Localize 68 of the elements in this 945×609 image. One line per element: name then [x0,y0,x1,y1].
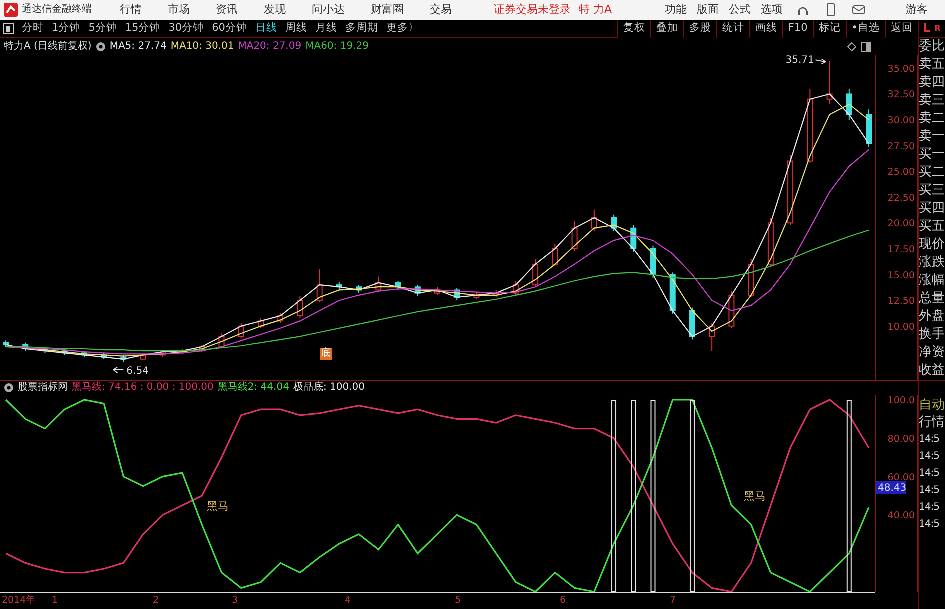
quote-field-label: 现价 [919,236,945,254]
quote-field-label: 卖二 [919,110,945,128]
login-status: 证券交易未登录 [494,3,571,17]
trade-time: 14:5 [919,433,940,447]
annotation: 35.71 [786,55,814,66]
axis-label: 22.50 [888,192,915,204]
annotation: 6.54 [126,366,149,378]
quote-field-label: 买四 [919,200,945,218]
axis-label: 12.50 [888,296,915,308]
trade-time: 14:5 [919,518,940,532]
date-label: 5 [455,595,462,606]
app-title: 通达信金融终端 [22,4,92,16]
chart-title: 特力A (日线前复权) [4,40,92,52]
quote-field-label: 买二 [919,164,945,182]
legend-text: MA60: 19.29 [306,40,369,52]
date-label: 4 [345,595,352,606]
signal-label: 黑马 [206,500,230,514]
date-label: 3 [232,595,238,606]
trade-time: 14:5 [919,484,940,498]
quote-field-label: 换手 [919,326,945,344]
axis-label: 100.0 [888,396,915,406]
quote-field-label: 买一 [919,146,945,164]
trade-time: 14:5 [919,467,940,481]
date-label: 1 [52,595,58,606]
indicator-title: 股票指标网 [18,382,68,394]
axis-label: 60.00 [888,472,915,484]
axis-label: 17.50 [888,244,915,256]
legend-text: MA5: 27.74 [110,40,167,52]
axis-label: 10.00 [888,322,915,333]
price-label: 35.71 [786,55,827,66]
quote-field-label: 收益 [919,362,945,380]
legend-text: MA10: 30.01 [170,40,234,52]
signal-label: 黑马 [743,490,767,504]
legend-text: 黑马线2: 44.04 [218,382,290,394]
quote-field-label: 买五 [919,218,945,236]
legend-text: MA20: 27.09 [238,40,302,52]
quote-field-label: 卖四 [919,74,945,92]
axis-label: 30.00 [888,116,915,126]
date-label: 7 [670,595,676,606]
axis-label: 15.00 [888,270,915,282]
date-label: 6 [560,595,566,606]
quote-field-label: 买三 [919,182,945,200]
axis-label: 40.00 [888,510,915,522]
trade-time: 14:5 [919,450,940,464]
date-label: 2014年 [2,595,36,606]
legend-text: 黑马线: 74.16 : 0.00 : 100.00 [72,382,214,394]
quote-field-label: 外盘 [919,308,945,326]
axis-label: 80.00 [888,434,915,445]
quote-field-label: 涨跌 [919,254,945,272]
axis-label: 25.00 [888,167,915,178]
trade-time: 14:5 [919,501,940,515]
price-label: 6.54 [112,366,149,378]
axis-label: 20.00 [888,218,915,230]
date-label: 2 [153,595,160,606]
axis-label: 32.50 [888,90,915,101]
quote-field-label: 委比 [919,38,945,56]
current-value-label: 48.43 [876,481,907,494]
axis-label: 35.00 [888,64,915,75]
quote-field-label: 卖五 [919,56,945,74]
axis-label: 27.50 [888,141,915,152]
quote-field-label: 净资 [919,344,945,362]
legend-text: 极品底: 100.00 [293,382,365,394]
quote-field-label: 卖一 [919,128,945,146]
signal-marker: 底 [320,348,332,360]
quote-field-label: 卖三 [919,92,945,110]
quote-field-label: 总量 [919,290,945,308]
stock-name: 特 力A [579,3,612,17]
quote-field-label: 涨幅 [919,272,945,290]
